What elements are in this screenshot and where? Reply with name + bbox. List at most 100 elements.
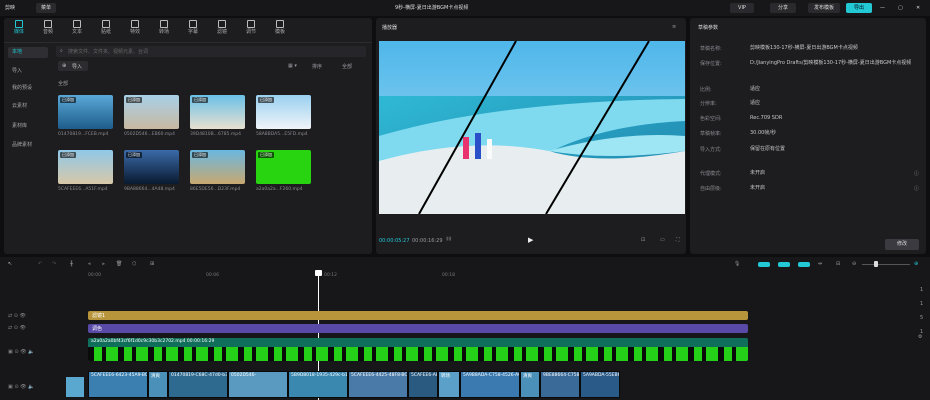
tab-7[interactable]: 滤镜 (211, 19, 233, 39)
playhead-handle[interactable] (315, 270, 322, 276)
play-icon[interactable]: ▶ (528, 236, 533, 244)
split-left-icon[interactable]: ⫷ (88, 261, 91, 267)
track-lock-icon[interactable]: ⇄ ⊙ 👁 (8, 325, 26, 331)
filter-all-button[interactable]: 全部 (342, 63, 352, 70)
video-clip[interactable]: 清爽 (148, 371, 168, 398)
tab-label: 调节 (245, 29, 256, 35)
sidebar-item[interactable]: 云素材 (8, 101, 48, 112)
track-lock-icon[interactable]: ⇄ ⊙ 👁 (8, 313, 26, 319)
video-clip[interactable]: 5B9D8018-1935-429c-b15 (288, 371, 348, 398)
sidebar-item[interactable]: 我的预设 (8, 83, 48, 94)
zoom-handle[interactable] (874, 261, 878, 267)
draft-row: 自由层级: (700, 185, 722, 192)
redo-icon[interactable]: ↷ (52, 261, 56, 267)
tab-1[interactable]: 音频 (37, 19, 59, 39)
video-clip[interactable]: 清爽 (520, 371, 540, 398)
minimize-icon[interactable]: — (880, 0, 885, 16)
current-time: 00:00:05:27 (379, 238, 410, 244)
sidebar-item[interactable]: 品牌素材 (8, 140, 48, 151)
video-clip[interactable]: 5A9ABDA-55EB6 (580, 371, 620, 398)
menu-button[interactable]: 菜单 (36, 3, 56, 13)
adjust-track[interactable]: 调色 (88, 324, 748, 333)
tab-3[interactable]: 贴纸 (95, 19, 117, 39)
track-visibility-icon[interactable]: ▣ ⊙ 👁 🔈 (8, 349, 34, 355)
split-icon[interactable]: ╫ (70, 261, 73, 267)
video-clip[interactable]: 5CAFEEE6-6423-45A9-BC97-1CC (88, 371, 148, 398)
track-visibility-icon[interactable]: ▣ ⊙ 👁 🔈 (8, 384, 34, 390)
media-thumb[interactable]: 已添加 (256, 150, 311, 184)
import-label: 导入 (72, 64, 83, 70)
zoom-out-icon[interactable]: ⊖ (852, 261, 856, 267)
media-thumb[interactable]: 已添加 (124, 95, 179, 129)
vip-badge[interactable]: VIP (730, 3, 754, 13)
app-logo: 剪映 (5, 5, 16, 11)
sort-button[interactable]: 排序 (312, 63, 322, 70)
adjust-icon (247, 20, 255, 28)
tab-2[interactable]: 文本 (66, 19, 88, 39)
title-bar: 剪映 菜单 9秒-横屏-夏日出游BGM卡点视频 VIP 分享 发布模板 导出 —… (0, 0, 930, 16)
zoom-slider[interactable] (862, 264, 910, 265)
link-icon[interactable] (778, 262, 790, 267)
tab-6[interactable]: 字幕 (182, 19, 204, 39)
magnet-icon[interactable] (758, 262, 770, 267)
sidebar-item[interactable]: 导入 (8, 66, 48, 77)
tab-0[interactable]: 媒体 (8, 19, 30, 39)
tab-8[interactable]: 调节 (240, 19, 262, 39)
preview-axis-icon[interactable] (798, 262, 810, 267)
align-icon[interactable]: ⇹ (818, 261, 822, 267)
split-screen-icon[interactable]: ⊟ (836, 261, 840, 267)
draft-row: 分辨率: (700, 100, 717, 107)
select-tool-icon[interactable]: ↖ (8, 261, 12, 267)
media-thumb[interactable]: 已添加 (124, 150, 179, 184)
modify-button[interactable]: 修改 (885, 239, 919, 250)
tab-4[interactable]: 特效 (124, 19, 146, 39)
video-clip[interactable]: 5CAFEEE6-4425-48F8-BC97 (348, 371, 408, 398)
share-button[interactable]: 分享 (770, 3, 796, 13)
import-button[interactable]: ⊕ 导入 (58, 61, 88, 71)
green-screen-clip[interactable]: a2a0a2a0bf43cf6f1d0c9c30b3c2702.mp4 00:0… (88, 338, 748, 361)
tab-5[interactable]: 转场 (153, 19, 175, 39)
video-clip[interactable]: 转场 (438, 371, 460, 398)
cover-thumb[interactable] (66, 377, 84, 397)
mic-icon[interactable]: 🎙 (734, 261, 740, 267)
view-toggle-icon[interactable]: ▦ ▾ (288, 63, 297, 69)
media-thumb[interactable]: 已添加 (190, 150, 245, 184)
marker-icon[interactable]: ⬡ (132, 261, 136, 267)
added-tag: 已添加 (192, 97, 208, 103)
sidebar-item[interactable]: 素材库 (8, 121, 48, 132)
zoom-in-icon[interactable]: ⊕ (914, 261, 918, 267)
timeline-view-icon[interactable]: ▮▮ (446, 236, 452, 242)
draft-key: 色彩空间: (700, 116, 722, 122)
video-clip[interactable]: 5CAFEE6-ABEFFABE (408, 371, 438, 398)
audio-icon (44, 20, 52, 28)
export-button[interactable]: 导出 (846, 3, 872, 13)
ratio-icon[interactable]: ▭ (660, 237, 665, 243)
fit-icon[interactable]: ⊡ (641, 237, 645, 243)
close-icon[interactable]: ✕ (916, 0, 920, 16)
fullscreen-icon[interactable]: ⛶ (676, 237, 680, 243)
maximize-icon[interactable]: ▢ (898, 0, 903, 16)
text-icon (73, 20, 81, 28)
sidebar-item[interactable]: 本地 (8, 47, 48, 58)
timeline-toolbar: ↖ ↶ ↷ ╫ ⫷ ⫸ 🗑 ⬡ ⊞ 🎙 ⇹ ⊟ ⊖ ⊕ (0, 258, 930, 270)
publish-template-button[interactable]: 发布模板 (808, 3, 840, 13)
player-menu-icon[interactable]: ≡ (672, 24, 676, 30)
media-thumb[interactable]: 已添加 (256, 95, 311, 129)
time-tick: 00:18 (442, 273, 455, 278)
split-right-icon[interactable]: ⫸ (102, 261, 105, 267)
settings-icon[interactable]: ⚙ (918, 334, 922, 340)
video-clip[interactable]: 5A9B8ADA-C758-4526-AC8 (460, 371, 520, 398)
video-clip[interactable]: 9BE88664-C758-45E0 (540, 371, 580, 398)
undo-icon[interactable]: ↶ (38, 261, 42, 267)
media-thumb[interactable]: 已添加 (58, 150, 113, 184)
video-preview[interactable] (379, 41, 685, 214)
media-thumb[interactable]: 已添加 (58, 95, 113, 129)
media-thumb[interactable]: 已添加 (190, 95, 245, 129)
crop-icon[interactable]: ⊞ (150, 261, 154, 267)
tab-9[interactable]: 模板 (269, 19, 291, 39)
search-bar[interactable]: ⌕ 搜索文件、文件夹、视频元素、台词 (56, 46, 366, 57)
filter-track[interactable]: 滤镜1 (88, 311, 748, 320)
video-clip[interactable]: 01470819-C68C-47d0-b3f (168, 371, 228, 398)
video-clip[interactable]: 0502D546- (228, 371, 288, 398)
delete-icon[interactable]: 🗑 (116, 261, 122, 267)
